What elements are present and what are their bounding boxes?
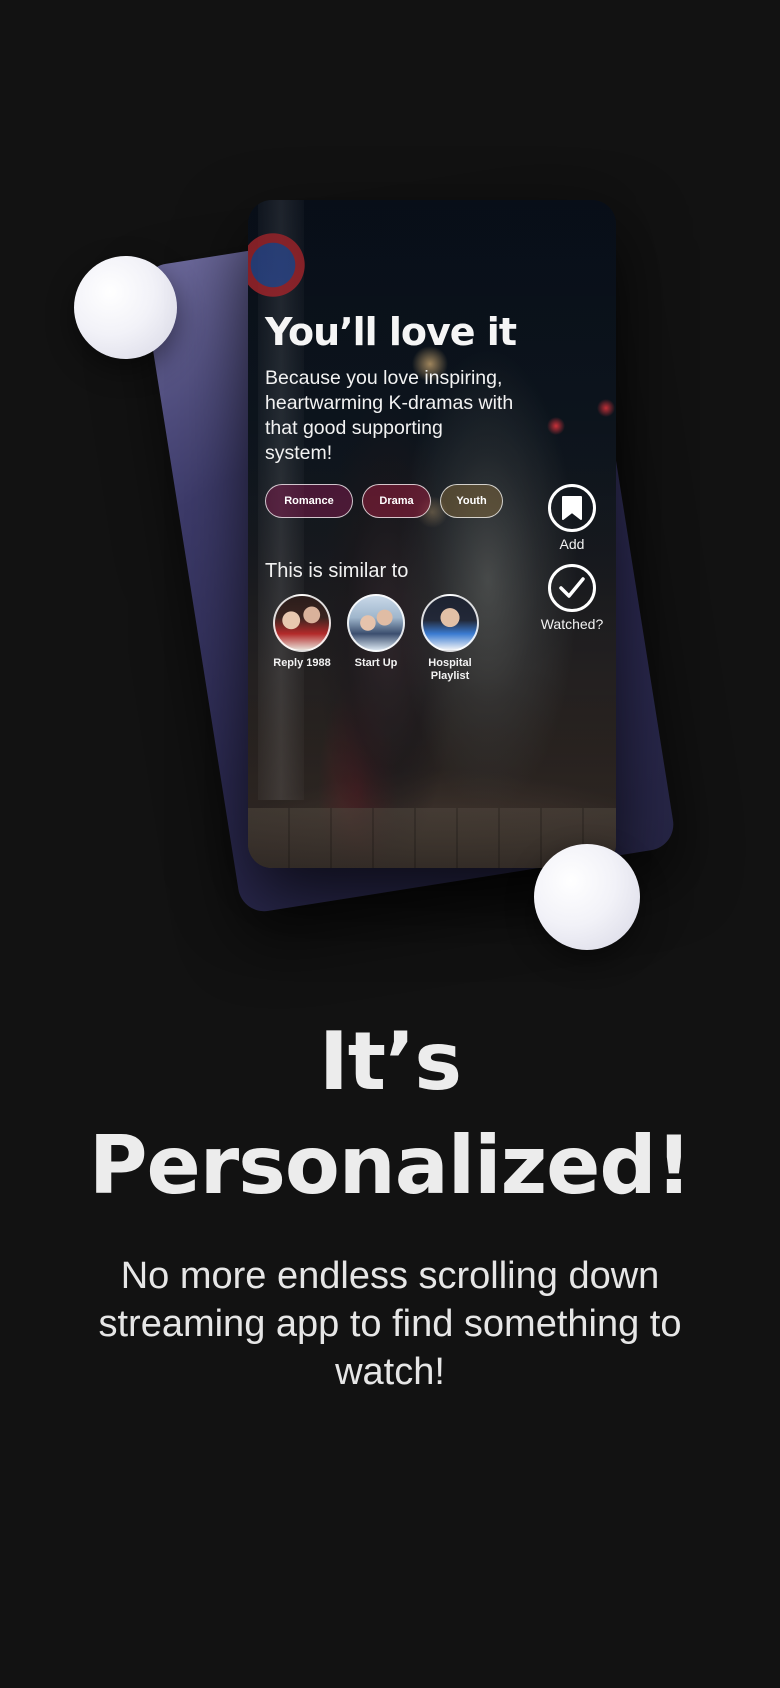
tag-romance[interactable]: Romance [265, 484, 353, 518]
tag-youth[interactable]: Youth [440, 484, 503, 518]
bookmark-icon [548, 484, 596, 532]
card-title: You’ll love it [265, 310, 517, 354]
watched-button[interactable]: Watched? [538, 564, 606, 632]
card-subtitle: Because you love inspiring, heartwarming… [265, 367, 514, 464]
show-poster [347, 594, 405, 652]
headline-line-2: Personalized! [88, 1119, 692, 1212]
add-button[interactable]: Add [546, 484, 598, 552]
show-name: Hospital Playlist [428, 657, 472, 682]
show-name: Start Up [354, 657, 398, 669]
tag-drama[interactable]: Drama [362, 484, 431, 518]
checkmark-icon [548, 564, 596, 612]
show-name: Reply 1988 [273, 657, 331, 669]
similar-shows: Reply 1988 Start Up Hospital Playlist [265, 594, 487, 683]
genre-tags: Romance Drama Youth [265, 484, 503, 518]
watched-label: Watched? [540, 616, 604, 632]
decorative-orb-bottom [534, 844, 640, 950]
similar-show-item[interactable]: Start Up [339, 594, 413, 683]
add-label: Add [559, 536, 585, 552]
similar-show-item[interactable]: Reply 1988 [265, 594, 339, 683]
show-poster [273, 594, 331, 652]
recommendation-card: You’ll love it Because you love inspirin… [248, 200, 616, 868]
headline: It’s Personalized! [0, 1010, 780, 1218]
headline-line-1: It’s [318, 1015, 462, 1108]
similar-heading: This is similar to [265, 560, 409, 582]
tagline: No more endless scrolling down streaming… [98, 1255, 682, 1393]
similar-show-item[interactable]: Hospital Playlist [413, 594, 487, 683]
decorative-orb-top [74, 256, 177, 359]
show-poster [421, 594, 479, 652]
